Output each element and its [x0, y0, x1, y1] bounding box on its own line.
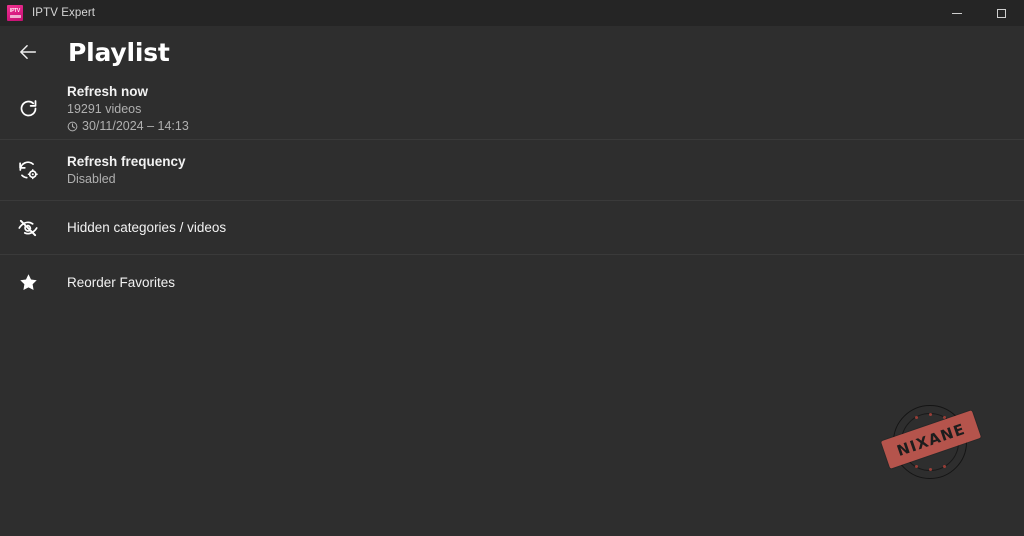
list-item-text: Reorder Favorites	[67, 275, 175, 290]
app-window: IPTV IPTV Expert Playlist Refresh now 19…	[0, 0, 1024, 536]
list-item-subtitle: 19291 videos	[67, 102, 142, 116]
stamp-inner-circle	[901, 413, 959, 471]
stamp-outer-circle	[893, 405, 967, 479]
maximize-icon	[997, 8, 1006, 18]
eye-off-icon	[12, 217, 44, 239]
app-icon-bar	[9, 14, 21, 18]
window-controls	[934, 0, 1024, 26]
stamp-text: NIXANE	[894, 419, 968, 460]
back-button[interactable]	[13, 37, 43, 67]
list-item-title: Refresh now	[67, 84, 149, 99]
list-item-title: Refresh frequency	[67, 154, 186, 169]
window-title: IPTV Expert	[32, 7, 96, 19]
stamp-dots	[893, 405, 967, 479]
list-item-refresh-now[interactable]: Refresh now 19291 videos 30/11/2024 – 14…	[0, 78, 1024, 140]
clock-icon	[67, 121, 78, 131]
star-icon	[12, 272, 44, 293]
iptv-app-icon: IPTV	[7, 5, 23, 21]
minimize-button[interactable]	[934, 0, 979, 26]
app-icon-glyph: IPTV	[10, 7, 20, 14]
list-item-meta-text: 30/11/2024 – 14:13	[82, 119, 189, 133]
list-item-subtitle: Disabled	[67, 172, 116, 186]
list-item-hidden-categories[interactable]: Hidden categories / videos	[0, 201, 1024, 255]
refresh-icon	[12, 98, 44, 119]
list-item-meta: 30/11/2024 – 14:13	[67, 118, 189, 134]
page-title: Playlist	[68, 37, 170, 67]
back-arrow-icon	[20, 45, 37, 59]
page-header: Playlist	[0, 26, 1024, 78]
nixane-watermark: NIXANE	[880, 403, 982, 481]
maximize-button[interactable]	[979, 0, 1024, 26]
list-item-title: Hidden categories / videos	[67, 220, 227, 235]
list-item-refresh-frequency[interactable]: Refresh frequency Disabled	[0, 140, 1024, 201]
title-bar: IPTV IPTV Expert	[0, 0, 1024, 26]
settings-list: Refresh now 19291 videos 30/11/2024 – 14…	[0, 78, 1024, 309]
list-item-text: Refresh frequency Disabled	[67, 153, 186, 187]
list-item-reorder-favorites[interactable]: Reorder Favorites	[0, 255, 1024, 309]
list-item-text: Hidden categories / videos	[67, 220, 226, 235]
stamp-band: NIXANE	[880, 410, 982, 469]
refresh-settings-icon	[12, 159, 44, 181]
minimize-icon	[951, 12, 962, 14]
list-item-title: Reorder Favorites	[67, 274, 176, 290]
list-item-text: Refresh now 19291 videos 30/11/2024 – 14…	[67, 83, 189, 134]
